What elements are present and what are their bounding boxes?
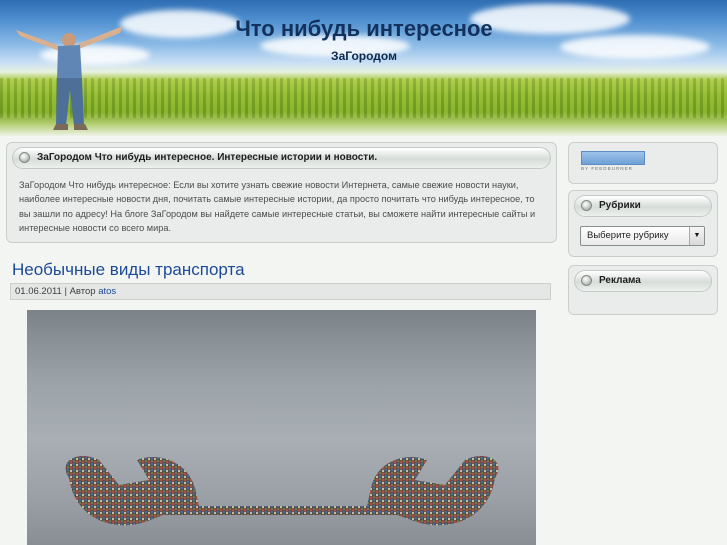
post-author-prefix: | Автор xyxy=(64,286,96,297)
person-figure xyxy=(16,26,123,130)
cloud xyxy=(560,35,710,59)
chevron-down-icon[interactable]: ▼ xyxy=(689,227,704,245)
ads-heading-bar: Реклама xyxy=(574,270,712,292)
site-header: Что нибудь интересное ЗаГородом xyxy=(0,0,727,136)
ads-box: Реклама xyxy=(568,265,718,315)
categories-heading: Рубрики xyxy=(599,200,641,211)
post-image xyxy=(27,310,536,545)
feedburner-badge[interactable] xyxy=(581,151,645,165)
page: Что нибудь интересное ЗаГородом ЗаГородо… xyxy=(0,0,727,545)
wrench-crowd-illustration xyxy=(65,456,499,526)
ads-heading: Реклама xyxy=(599,275,641,286)
post-date: 01.06.2011 xyxy=(15,286,62,297)
intro-heading-bar: ЗаГородом Что нибудь интересное. Интерес… xyxy=(12,147,551,169)
intro-heading: ЗаГородом Что нибудь интересное. Интерес… xyxy=(37,152,378,163)
categories-heading-bar: Рубрики xyxy=(574,195,712,217)
intro-box: ЗаГородом Что нибудь интересное. Интерес… xyxy=(6,142,557,243)
post-meta: 01.06.2011 | Автор atos xyxy=(10,283,551,300)
categories-box: Рубрики Выберите рубрику ▼ xyxy=(568,190,718,257)
bullet-icon xyxy=(581,200,592,211)
site-title[interactable]: Что нибудь интересное xyxy=(150,16,578,42)
categories-select-value: Выберите рубрику xyxy=(587,230,669,241)
post-author-link[interactable]: atos xyxy=(98,286,116,297)
categories-select[interactable]: Выберите рубрику ▼ xyxy=(580,226,705,246)
intro-text: ЗаГородом Что нибудь интересное: Если вы… xyxy=(19,180,536,233)
feedburner-label: BY FEEDBURNER xyxy=(581,166,633,171)
site-subtitle: ЗаГородом xyxy=(331,49,397,63)
post-title-link[interactable]: Необычные виды транспорта xyxy=(12,260,245,280)
bullet-icon xyxy=(581,275,592,286)
bullet-icon xyxy=(19,152,30,163)
feed-box: BY FEEDBURNER xyxy=(568,142,718,184)
